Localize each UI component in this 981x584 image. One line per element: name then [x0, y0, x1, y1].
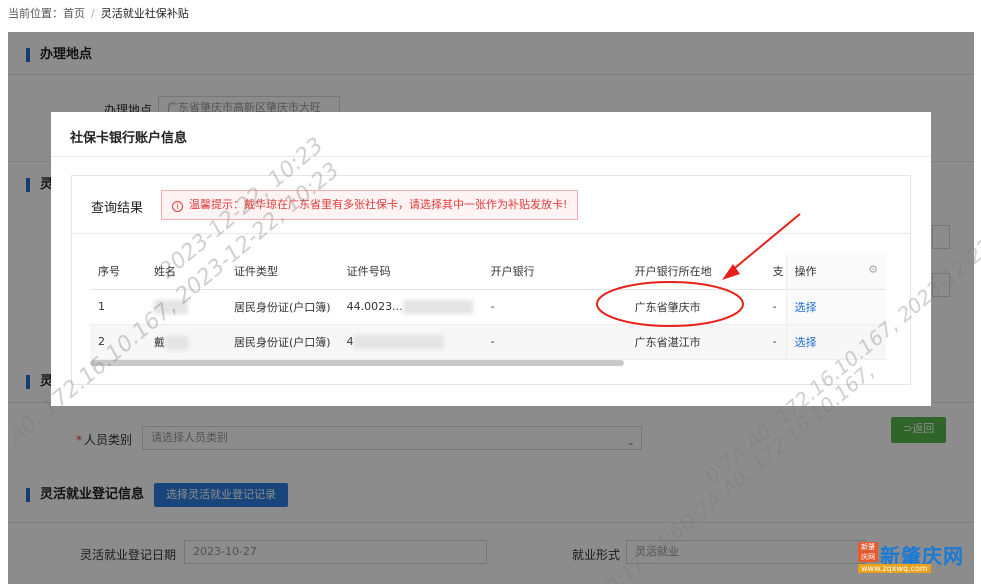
- select-link[interactable]: 选择: [795, 301, 817, 314]
- column-header-id-type: 证件类型: [226, 253, 339, 290]
- cell-bank-location: 广东省肇庆市: [626, 289, 771, 325]
- info-icon: i: [172, 201, 183, 212]
- warning-banner: i 温馨提示：戴华琼在广东省里有多张社保卡，请选择其中一张作为补贴发放卡!: [161, 190, 579, 220]
- cell-col7: -: [770, 324, 787, 360]
- table-row: 2 戴 居民身份证(户口簿) 4 - 广东省湛江市 - 选择: [90, 324, 886, 360]
- cell-name: 戴: [146, 324, 226, 360]
- cell-id-number: 4: [338, 324, 483, 360]
- bank-account-modal: 社保卡银行账户信息 查询结果 i 温馨提示：戴华琼在广东省里有多张社保卡，请选择其…: [51, 112, 931, 406]
- panel-divider: [72, 233, 910, 234]
- warning-text: 温馨提示：戴华琼在广东省里有多张社保卡，请选择其中一张作为补贴发放卡!: [189, 198, 568, 211]
- redacted-name: [165, 335, 189, 350]
- action-header-label: 操作: [794, 264, 817, 278]
- query-result-panel: 查询结果 i 温馨提示：戴华琼在广东省里有多张社保卡，请选择其中一张作为补贴发放卡…: [71, 175, 911, 385]
- cell-bank: -: [482, 324, 627, 360]
- modal-title: 社保卡银行账户信息: [70, 131, 188, 146]
- breadcrumb-separator: /: [91, 7, 95, 20]
- cell-index: 2: [90, 324, 146, 360]
- gear-icon[interactable]: ⚙: [868, 263, 878, 276]
- breadcrumb-prefix: 当前位置：: [8, 7, 63, 20]
- cell-id-type: 居民身份证(户口簿): [226, 324, 339, 360]
- cell-col7: -: [770, 289, 787, 325]
- cell-index: 1: [90, 289, 146, 325]
- breadcrumb: 当前位置：首页 / 灵活就业社保补贴: [8, 5, 189, 21]
- table-header-row: 序号 姓名 证件类型 证件号码 开户银行 开户银行所在地 支 操作 ⚙: [90, 253, 886, 290]
- scrollbar-thumb[interactable]: [90, 360, 624, 366]
- redacted-id: [353, 334, 444, 349]
- breadcrumb-home-link[interactable]: 首页: [63, 7, 85, 20]
- site-logo: 新肇庆网 新肇庆网 www.zqxwq.com: [858, 540, 968, 580]
- column-header-action: 操作 ⚙: [785, 253, 886, 290]
- column-header-7: 支: [770, 253, 787, 290]
- redacted-name: [154, 299, 188, 314]
- horizontal-scrollbar[interactable]: [90, 360, 886, 366]
- select-link[interactable]: 选择: [795, 336, 817, 349]
- redacted-id: [402, 299, 473, 314]
- breadcrumb-current: 灵活就业社保补贴: [100, 7, 189, 20]
- column-header-bank-location: 开户银行所在地: [626, 253, 771, 290]
- cell-id-type: 居民身份证(户口簿): [226, 289, 339, 325]
- logo-url: www.zqxwq.com: [858, 564, 931, 573]
- bank-account-table: 序号 姓名 证件类型 证件号码 开户银行 开户银行所在地 支 操作 ⚙ 1 居民身…: [90, 253, 886, 360]
- logo-mark: 新肇庆网: [858, 542, 878, 562]
- column-header-id-number: 证件号码: [338, 253, 483, 290]
- table-row: 1 居民身份证(户口簿) 44.0023... - 广东省肇庆市 - 选择: [90, 289, 886, 325]
- column-header-index: 序号: [90, 253, 146, 290]
- column-header-name: 姓名: [146, 253, 226, 290]
- cell-bank: -: [482, 289, 627, 325]
- cell-bank-location: 广东省湛江市: [626, 324, 771, 360]
- cell-action: 选择: [785, 289, 886, 325]
- cell-id-number: 44.0023...: [338, 289, 483, 325]
- column-header-bank: 开户银行: [482, 253, 627, 290]
- query-result-title: 查询结果: [91, 201, 144, 216]
- cell-name: [146, 289, 226, 325]
- modal-title-divider: [51, 156, 931, 157]
- cell-action: 选择: [785, 324, 886, 360]
